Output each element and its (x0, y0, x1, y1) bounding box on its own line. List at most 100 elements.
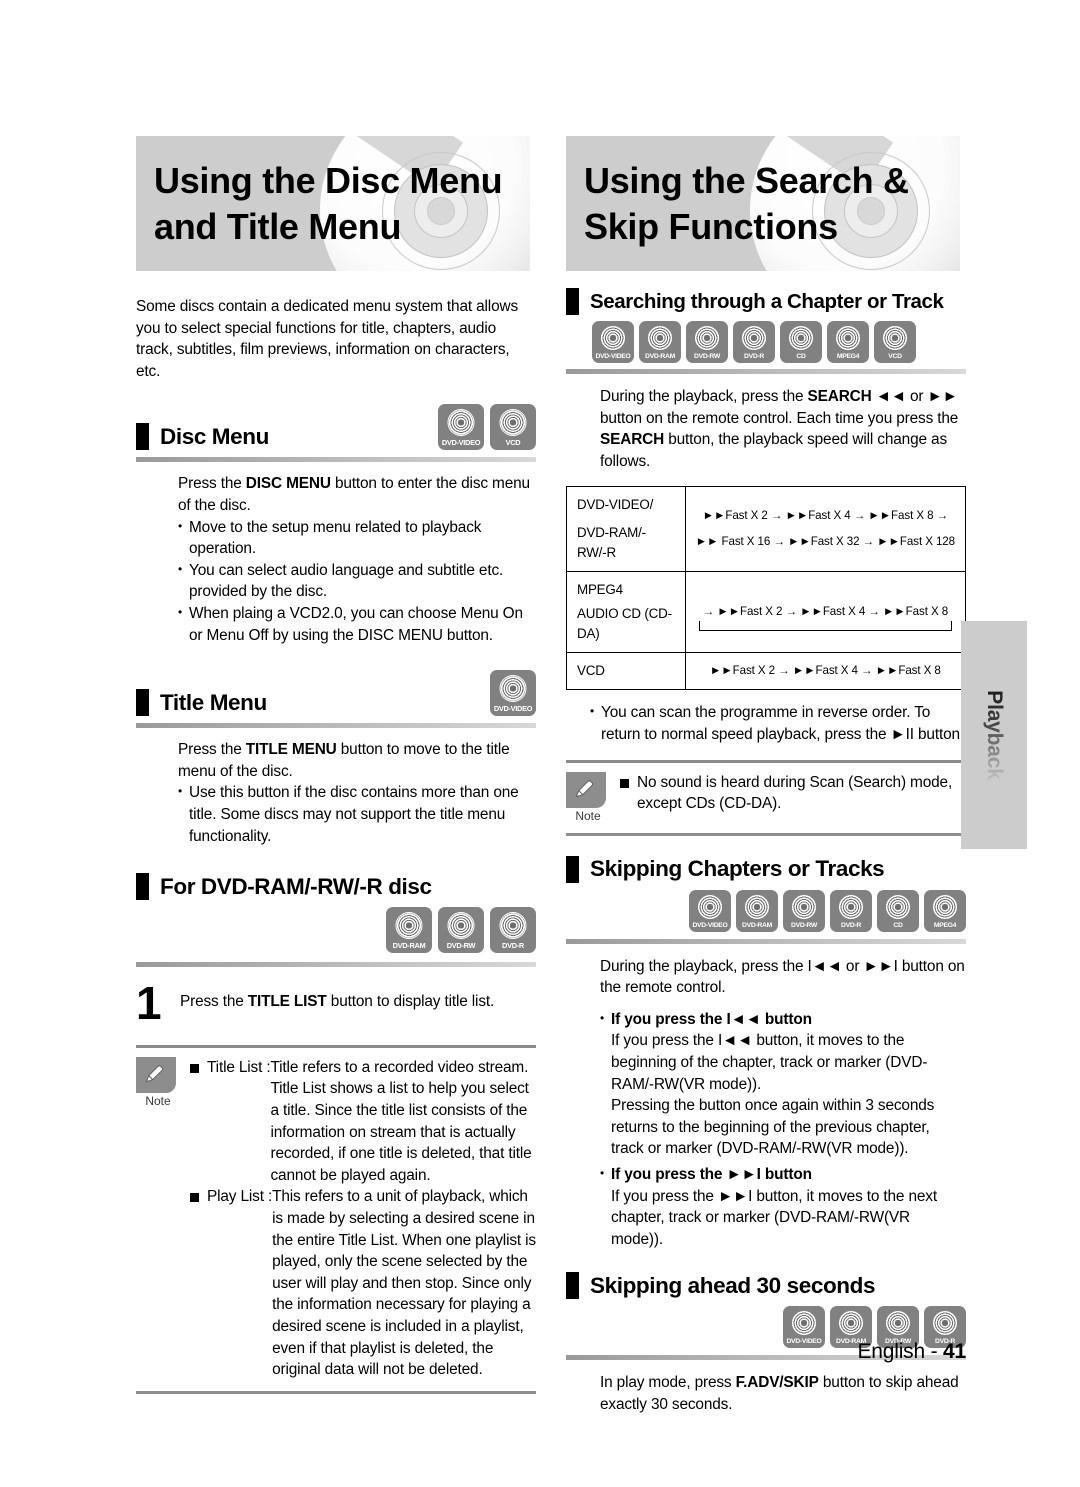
disc-icon (933, 894, 957, 919)
disc-icon (648, 326, 672, 350)
disc-badge-dvd-video: DVD-VIDEO (592, 321, 634, 363)
disc-badge-vcd: VCD (490, 404, 536, 451)
table-cell-value: ►►Fast X 2 → ►►Fast X 4 → ►►Fast X 8 → ►… (684, 486, 967, 573)
disc-icon (836, 326, 860, 350)
disc-badge-mpeg4: MPEG4 (924, 889, 966, 932)
label-line: DVD-VIDEO/ (577, 497, 654, 513)
disc-icon (698, 894, 722, 919)
note-item: Title List : Title refers to a recorded … (190, 1057, 536, 1187)
table-row: MPEG4 AUDIO CD (CD-DA) → ►►Fast X 2 → ►►… (566, 571, 967, 654)
list-item: Move to the setup menu related to playba… (178, 516, 536, 560)
sub-heading: If you press the ►►I button (611, 1165, 812, 1183)
table-row: DVD-VIDEO/ DVD-RAM/-RW/-R ►►Fast X 2 → ►… (566, 486, 967, 573)
note-label: Note (575, 808, 601, 823)
sub-heading: If you press the I◄◄ button (611, 1010, 812, 1028)
list-item: You can scan the programme in reverse or… (590, 701, 966, 745)
search-speed-table: DVD-VIDEO/ DVD-RAM/-RW/-R ►►Fast X 2 → ►… (566, 486, 967, 691)
disc-icon (839, 894, 863, 919)
table-cell-label: DVD-VIDEO/ DVD-RAM/-RW/-R (566, 486, 686, 573)
note-label: Note (145, 1093, 171, 1108)
disc-icon (601, 326, 625, 350)
disc-icon (839, 1311, 863, 1336)
searching-bullets: You can scan the programme in reverse or… (566, 701, 966, 745)
title-menu-lead: Press the TITLE MENU button to move to t… (178, 741, 510, 780)
disc-icon (395, 912, 423, 940)
step-text: Press the TITLE LIST button to display t… (180, 993, 495, 1011)
section-title-disc-menu: Disc Menu (160, 423, 269, 449)
sub-body: If you press the ►►I button, it moves to… (611, 1187, 937, 1248)
disc-badge-dvd-video: DVD-VIDEO (689, 889, 731, 932)
section-marker-icon (566, 855, 579, 883)
loop-bracket (698, 621, 953, 632)
list-item: When plaing a VCD2.0, you can choose Men… (178, 602, 536, 646)
section-marker-icon (136, 689, 149, 717)
badges-title-menu: DVD-VIDEO (490, 670, 536, 717)
banner-left-title: Using the Disc Menu and Title Menu (154, 160, 503, 248)
list-item: You can select audio language and subtit… (178, 559, 536, 603)
pencil-icon (575, 779, 594, 797)
title-menu-bullets: Use this button if the disc contains mor… (178, 781, 536, 847)
note-box-right: Note No sound is heard during Scan (Sear… (566, 759, 966, 836)
disc-badge-dvd-ram: DVD-RAM (736, 889, 778, 932)
disc-icon (499, 912, 527, 940)
disc-icon (447, 912, 475, 940)
loop-indicator: → ►►Fast X 2 → ►►Fast X 4 → ►►Fast X 8 (698, 602, 953, 632)
disc-badge-dvd-rw: DVD-RW (783, 889, 825, 932)
section-marker-icon (136, 873, 149, 901)
note-box-left: Note Title List : Title refers to a reco… (136, 1044, 536, 1394)
disc-icon (789, 326, 813, 350)
disc-badge-dvd-video: DVD-VIDEO (490, 670, 536, 717)
right-column: Searching through a Chapter or Track DVD… (566, 288, 967, 1415)
disc-badge-dvd-rw: DVD-RW (686, 321, 728, 363)
section-skip30-header: Skipping ahead 30 seconds (566, 1272, 966, 1300)
disc-menu-bullets: Move to the setup menu related to playba… (178, 516, 536, 647)
section-title-skipping: Skipping Chapters or Tracks (590, 856, 885, 882)
disc-badge-cd: CD (780, 321, 822, 363)
table-cell-value: → ►►Fast X 2 → ►►Fast X 4 → ►►Fast X 8 (684, 571, 967, 654)
note-definition: This refers to a unit of playback, which… (272, 1188, 536, 1379)
label-line: MPEG4 (577, 582, 623, 598)
note-item: Play List : This refers to a unit of pla… (190, 1186, 536, 1380)
value-line: ►► Fast X 16 → ►►Fast X 32 → ►►Fast X 12… (695, 535, 955, 549)
disc-badge-dvd-r: DVD-R (733, 321, 775, 363)
disc-icon (695, 326, 719, 350)
table-cell-label: VCD (566, 652, 686, 691)
step-number: 1 (136, 977, 162, 1030)
disc-badge-vcd: VCD (874, 321, 916, 363)
disc-icon (745, 894, 769, 919)
value-line: ►►Fast X 2 → ►►Fast X 4 → ►►Fast X 8 (709, 664, 941, 678)
note-item: No sound is heard during Scan (Search) m… (620, 772, 966, 815)
note-content: No sound is heard during Scan (Search) m… (620, 772, 966, 823)
searching-body: During the playback, press the SEARCH ◄◄… (600, 388, 959, 470)
banner-right: Using the Search & Skip Functions (566, 136, 960, 271)
disc-icon (499, 675, 527, 703)
side-tab-playback: Playback (961, 621, 1027, 849)
note-term: Play List : (207, 1188, 273, 1206)
skip30-body: In play mode, press F.ADV/SKIP button to… (600, 1374, 959, 1413)
section-disc-menu-header: Disc Menu DVD-VIDEO VCD (136, 404, 536, 451)
disc-icon (886, 1311, 910, 1336)
note-definition: Title refers to a recorded video stream.… (270, 1058, 532, 1184)
table-row: VCD ►►Fast X 2 → ►►Fast X 4 → ►►Fast X 8 (566, 652, 967, 691)
section-skipping-header: Skipping Chapters or Tracks (566, 855, 966, 883)
disc-icon (742, 326, 766, 350)
section-for-dvd-header: For DVD-RAM/-RW/-R disc (136, 873, 536, 901)
disc-badge-dvd-rw: DVD-RW (438, 907, 484, 954)
disc-badge-dvd-ram: DVD-RAM (639, 321, 681, 363)
section-searching-header: Searching through a Chapter or Track (566, 288, 966, 315)
list-item: If you press the ►►I button If you press… (600, 1163, 966, 1250)
section-divider (136, 723, 536, 729)
section-title-menu-header: Title Menu DVD-VIDEO (136, 670, 536, 717)
disc-badge-dvd-video: DVD-VIDEO (438, 404, 484, 451)
badges-skipping: DVD-VIDEO DVD-RAM DVD-RW DVD-R CD MPEG4 (566, 889, 966, 932)
disc-badge-dvd-video: DVD-VIDEO (783, 1306, 825, 1349)
list-item: If you press the I◄◄ button If you press… (600, 1008, 966, 1160)
disc-icon (792, 894, 816, 919)
disc-badge-dvd-ram: DVD-RAM (386, 907, 432, 954)
left-column: Some discs contain a dedicated menu syst… (136, 296, 536, 1394)
skipping-sub-2: If you press the ►►I button If you press… (600, 1163, 966, 1250)
disc-badge-dvd-r: DVD-R (830, 889, 872, 932)
section-marker-icon (566, 288, 579, 315)
section-marker-icon (566, 1272, 579, 1300)
section-title-for-dvd: For DVD-RAM/-RW/-R disc (160, 873, 432, 899)
